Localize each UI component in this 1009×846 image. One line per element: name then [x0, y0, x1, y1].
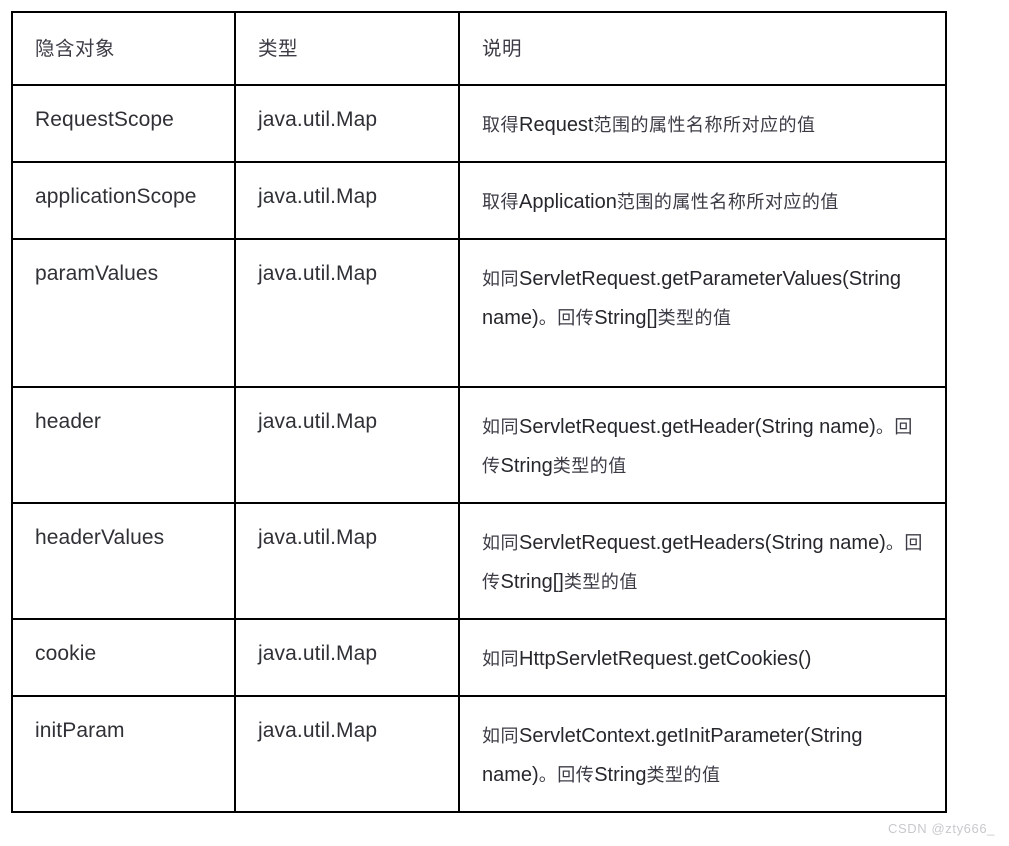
description-run-latin: Application: [519, 191, 617, 213]
description-run-latin: String[]: [500, 571, 564, 593]
description-run-cjk: 类型的值: [552, 456, 627, 477]
object-name: paramValues: [35, 262, 159, 285]
type-name: java.util.Map: [258, 185, 378, 208]
description-run-cjk: 。回传: [538, 765, 595, 786]
description-run-cjk: 取得: [482, 115, 519, 136]
object-name: cookie: [35, 642, 97, 665]
table-row: header java.util.Map 如同ServletRequest.ge…: [11, 386, 947, 504]
cell-type: java.util.Map: [234, 618, 460, 697]
cell-object: applicationScope: [11, 161, 236, 240]
description-run-cjk: 如同: [482, 269, 519, 290]
column-header-description: 说明: [458, 11, 947, 86]
cell-object: cookie: [11, 618, 236, 697]
description-text: 如同ServletRequest.getParameterValues(Stri…: [460, 240, 945, 354]
type-name: java.util.Map: [258, 108, 378, 131]
description-run-cjk: 类型的值: [657, 308, 732, 329]
description-run-latin: String: [594, 764, 647, 786]
table-body: RequestScope java.util.Map 取得Request范围的属…: [11, 84, 947, 813]
cell-description: 如同ServletRequest.getHeader(String name)。…: [458, 386, 947, 504]
description-run-latin: String: [500, 455, 553, 477]
cell-description: 如同ServletContext.getInitParameter(String…: [458, 695, 947, 813]
cell-object: RequestScope: [11, 84, 236, 163]
description-text: 取得Application范围的属性名称所对应的值: [460, 163, 945, 238]
type-name: java.util.Map: [258, 262, 378, 285]
table-row: initParam java.util.Map 如同ServletContext…: [11, 695, 947, 813]
table-header: 隐含对象 类型 说明: [11, 11, 947, 86]
description-run-latin: HttpServletRequest.getCookies(): [519, 648, 812, 670]
description-run-cjk: 取得: [482, 192, 519, 213]
description-run-cjk: 范围的属性名称所对应的值: [593, 115, 816, 136]
description-run-cjk: 类型的值: [646, 765, 721, 786]
description-text: 如同ServletContext.getInitParameter(String…: [460, 697, 945, 811]
csdn-watermark: CSDN @zty666_: [888, 821, 995, 836]
description-run-latin: Request: [519, 114, 594, 136]
cell-description: 如同ServletRequest.getParameterValues(Stri…: [458, 238, 947, 388]
table-row: headerValues java.util.Map 如同ServletRequ…: [11, 502, 947, 620]
cell-type: java.util.Map: [234, 695, 460, 813]
description-run-cjk: 类型的值: [563, 572, 638, 593]
description-text: 如同ServletRequest.getHeader(String name)。…: [460, 388, 945, 502]
cell-type: java.util.Map: [234, 84, 460, 163]
cell-object: headerValues: [11, 502, 236, 620]
description-run-cjk: 如同: [482, 649, 519, 670]
type-name: java.util.Map: [258, 642, 378, 665]
type-name: java.util.Map: [258, 719, 378, 742]
cell-description: 如同HttpServletRequest.getCookies(): [458, 618, 947, 697]
table-row: applicationScope java.util.Map 取得Applica…: [11, 161, 947, 240]
spec-table-container: 隐含对象 类型 说明 RequestScope java.util.Map 取得…: [11, 11, 947, 813]
description-run-latin: ServletRequest.getHeader(String name): [519, 416, 876, 438]
table-row: paramValues java.util.Map 如同ServletReque…: [11, 238, 947, 388]
cell-description: 如同ServletRequest.getHeaders(String name)…: [458, 502, 947, 620]
description-run-cjk: 如同: [482, 417, 519, 438]
column-header-description-label: 说明: [482, 37, 523, 60]
table-header-row: 隐含对象 类型 说明: [11, 11, 947, 86]
cell-object: header: [11, 386, 236, 504]
cell-type: java.util.Map: [234, 386, 460, 504]
cell-type: java.util.Map: [234, 502, 460, 620]
type-name: java.util.Map: [258, 410, 378, 433]
object-name: header: [35, 410, 101, 433]
description-text: 如同HttpServletRequest.getCookies(): [460, 620, 945, 695]
table-row: cookie java.util.Map 如同HttpServletReques…: [11, 618, 947, 697]
object-name: RequestScope: [35, 108, 174, 131]
object-name: headerValues: [35, 526, 165, 549]
cell-description: 取得Request范围的属性名称所对应的值: [458, 84, 947, 163]
column-header-object: 隐含对象: [11, 11, 236, 86]
implicit-objects-table: 隐含对象 类型 说明 RequestScope java.util.Map 取得…: [11, 11, 947, 813]
description-run-cjk: 范围的属性名称所对应的值: [616, 192, 839, 213]
cell-type: java.util.Map: [234, 161, 460, 240]
description-run-latin: ServletRequest.getHeaders(String name): [519, 532, 886, 554]
cell-object: initParam: [11, 695, 236, 813]
description-run-latin: String[]: [594, 307, 658, 329]
object-name: applicationScope: [35, 185, 197, 208]
description-run-cjk: 如同: [482, 533, 519, 554]
table-row: RequestScope java.util.Map 取得Request范围的属…: [11, 84, 947, 163]
description-text: 取得Request范围的属性名称所对应的值: [460, 86, 945, 161]
column-header-type-label: 类型: [258, 37, 299, 60]
cell-object: paramValues: [11, 238, 236, 388]
column-header-object-label: 隐含对象: [35, 37, 116, 60]
description-run-cjk: 。回传: [538, 308, 595, 329]
column-header-type: 类型: [234, 11, 460, 86]
cell-type: java.util.Map: [234, 238, 460, 388]
description-text: 如同ServletRequest.getHeaders(String name)…: [460, 504, 945, 618]
type-name: java.util.Map: [258, 526, 378, 549]
object-name: initParam: [35, 719, 125, 742]
cell-description: 取得Application范围的属性名称所对应的值: [458, 161, 947, 240]
description-run-cjk: 如同: [482, 726, 519, 747]
